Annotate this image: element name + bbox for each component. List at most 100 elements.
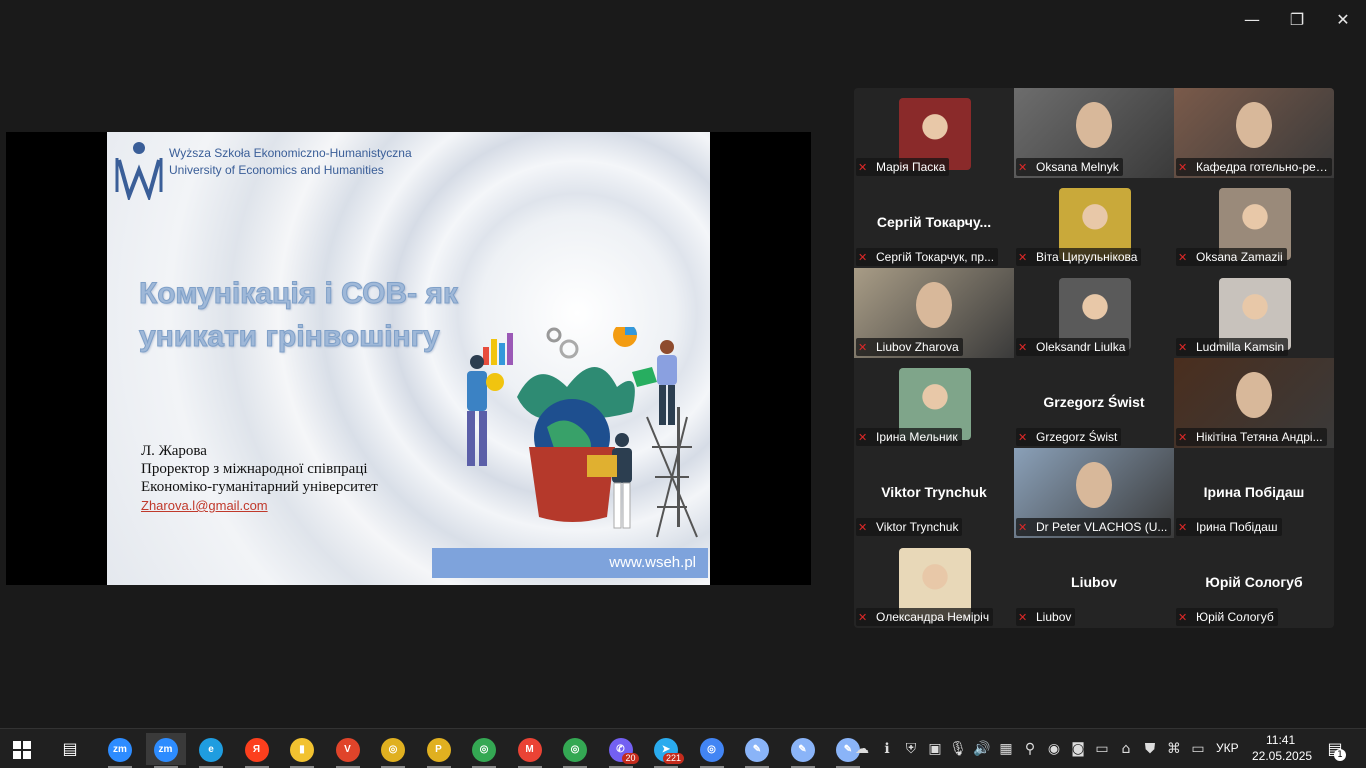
info-icon[interactable]: ℹ: [877, 739, 897, 759]
participant-display-name: Grzegorz Świst: [1043, 394, 1145, 410]
participant-tile[interactable]: ✕ Ірина Мельник: [854, 358, 1014, 448]
muted-mic-icon: ✕: [1018, 611, 1028, 624]
participant-tile[interactable]: Юрій Сологуб ✕ Юрій Сологуб: [1174, 538, 1334, 628]
minimize-button[interactable]: —: [1237, 8, 1267, 32]
bar-chart-icon: [483, 333, 513, 365]
participant-face: [916, 282, 952, 328]
wifi-icon[interactable]: ⌘: [1164, 739, 1184, 759]
muted-mic-icon: ✕: [1018, 161, 1028, 174]
monitor-icon[interactable]: ▭: [1188, 739, 1208, 759]
vivaldi-app[interactable]: V: [328, 733, 368, 768]
participant-tile[interactable]: ✕ Віта Цирульнікова: [1014, 178, 1174, 268]
participant-tile[interactable]: ✕ Oksana Zamazii: [1174, 178, 1334, 268]
participant-tile[interactable]: ✕ Oksana Melnyk: [1014, 88, 1174, 178]
zoom-app[interactable]: zm: [100, 733, 140, 768]
paint-app-2-icon: ✎: [790, 737, 815, 762]
participant-name-label: ✕ Oleksandr Liulka: [1016, 338, 1130, 356]
display-icon[interactable]: ▦: [996, 739, 1016, 759]
microphone-icon[interactable]: 🎙: [948, 739, 968, 759]
screen-share-area: Wyższa Szkoła Ekonomiczno-Humanistyczna …: [6, 132, 811, 585]
participant-name: Кафедра готельно-ресторанного: [1196, 160, 1332, 174]
participant-tile[interactable]: ✕ Ludmilla Kamsin: [1174, 268, 1334, 358]
onedrive-icon[interactable]: ☁: [852, 739, 872, 759]
chrome-app-4[interactable]: M: [510, 733, 550, 768]
author-email-link[interactable]: Zharova.l@gmail.com: [141, 498, 268, 513]
chrome-app-6[interactable]: ◎: [692, 733, 732, 768]
chrome-app-5[interactable]: ◎: [555, 733, 595, 768]
participant-tile[interactable]: ✕ Олександра Немірiч: [854, 538, 1014, 628]
participant-tile[interactable]: ✕ Кафедра готельно-ресторанного: [1174, 88, 1334, 178]
chrome-app-2[interactable]: P: [419, 733, 459, 768]
input-language[interactable]: УКР: [1216, 741, 1239, 755]
paint-app-2[interactable]: ✎: [783, 733, 823, 768]
participant-name: Нікітіна Тетяна Андрі...: [1196, 430, 1323, 444]
chrome-app-3[interactable]: ◎: [464, 733, 504, 768]
presentation-slide: Wyższa Szkoła Ekonomiczno-Humanistyczna …: [107, 132, 710, 585]
notification-count: 1: [1334, 749, 1346, 761]
participant-tile[interactable]: Ірина Побідаш ✕ Ірина Побідаш: [1174, 448, 1334, 538]
participant-tile[interactable]: Liubov ✕ Liubov: [1014, 538, 1174, 628]
greenwashing-illustration: [467, 327, 698, 538]
usb-icon[interactable]: ⌂: [1116, 739, 1136, 759]
start-button[interactable]: [2, 733, 42, 765]
muted-mic-icon: ✕: [858, 341, 868, 354]
participant-name-label: ✕ Liubov Zharova: [856, 338, 963, 356]
participant-name: Grzegorz Świst: [1036, 430, 1118, 444]
slide-title: Комунікація і СОВ- як уникати грінвошінг…: [139, 277, 459, 354]
zoom-tray-icon[interactable]: ◙: [1068, 739, 1088, 759]
participant-name-label: ✕ Ірина Побідаш: [1176, 518, 1282, 536]
viber-app[interactable]: ✆ 20: [601, 733, 641, 768]
participant-name: Dr Peter VLACHOS (U...: [1036, 520, 1168, 534]
author-role: Проректор з міжнародної співпраці: [141, 461, 368, 477]
edge-app[interactable]: e: [191, 733, 231, 768]
muted-mic-icon: ✕: [1178, 161, 1188, 174]
clock-time[interactable]: 11:41: [1266, 733, 1295, 747]
shield-icon[interactable]: ⛨: [901, 739, 921, 759]
participant-display-name: Viktor Trynchuk: [881, 484, 987, 500]
participant-name-label: ✕ Oksana Melnyk: [1016, 158, 1123, 176]
participant-name: Ludmilla Kamsin: [1196, 340, 1285, 354]
participant-display-name: Ірина Побідаш: [1203, 484, 1305, 500]
participant-tile[interactable]: Viktor Trynchuk ✕ Viktor Trynchuk: [854, 448, 1014, 538]
participant-tile[interactable]: ✕ Нікітіна Тетяна Андрі...: [1174, 358, 1334, 448]
network-icon[interactable]: ⚲: [1020, 739, 1040, 759]
security-icon[interactable]: ◉: [1044, 739, 1064, 759]
muted-mic-icon: ✕: [858, 611, 868, 624]
muted-mic-icon: ✕: [1018, 431, 1028, 444]
participant-display-name: Юрій Сологуб: [1205, 574, 1303, 590]
close-button[interactable]: ✕: [1328, 8, 1358, 32]
file-explorer-app[interactable]: ▮: [282, 733, 322, 768]
participant-name: Ірина Мельник: [876, 430, 958, 444]
zoom-meeting-app[interactable]: zm: [145, 733, 186, 768]
participant-name-label: ✕ Dr Peter VLACHOS (U...: [1016, 518, 1172, 536]
participant-tile[interactable]: ✕ Oleksandr Liulka: [1014, 268, 1174, 358]
restore-button[interactable]: ❐: [1282, 8, 1312, 32]
participant-name: Oksana Melnyk: [1036, 160, 1119, 174]
defender-icon[interactable]: ⛊: [1140, 739, 1160, 759]
participant-name: Юрій Сологуб: [1196, 610, 1274, 624]
chrome-app-6-icon: ◎: [699, 737, 724, 762]
participant-name: Liubov Zharova: [876, 340, 959, 354]
task-view-button[interactable]: ▤: [50, 733, 90, 765]
participant-tile[interactable]: Сергій Токарчу... ✕ Сергій Токарчук, пр...: [854, 178, 1014, 268]
participant-tile[interactable]: ✕ Liubov Zharova: [854, 268, 1014, 358]
participant-tile[interactable]: Grzegorz Świst ✕ Grzegorz Świst: [1014, 358, 1174, 448]
paint-app-1[interactable]: ✎: [737, 733, 777, 768]
university-name-en: University of Economics and Humanities: [169, 163, 384, 177]
battery-icon[interactable]: ▭: [1092, 739, 1112, 759]
notifications-button[interactable]: ▤ 1: [1320, 735, 1350, 763]
zoom-app-icon: zm: [108, 737, 132, 762]
participant-tile[interactable]: ✕ Марія Паска: [854, 88, 1014, 178]
muted-mic-icon: ✕: [1178, 611, 1188, 624]
participant-name-label: ✕ Ludmilla Kamsin: [1176, 338, 1289, 356]
volume-icon[interactable]: 🔊: [972, 739, 992, 759]
telegram-app[interactable]: ➤ 221: [646, 733, 686, 768]
university-logo: [115, 142, 163, 200]
participant-name: Viktor Trynchuk: [876, 520, 959, 534]
yandex-app[interactable]: Я: [237, 733, 277, 768]
chrome-app-1[interactable]: ◎: [373, 733, 413, 768]
app-tray-icon[interactable]: ▣: [925, 739, 945, 759]
university-name-pl: Wyższa Szkoła Ekonomiczno-Humanistyczna: [169, 146, 412, 160]
participant-tile[interactable]: ✕ Dr Peter VLACHOS (U...: [1014, 448, 1174, 538]
clock-date[interactable]: 22.05.2025: [1252, 749, 1312, 763]
